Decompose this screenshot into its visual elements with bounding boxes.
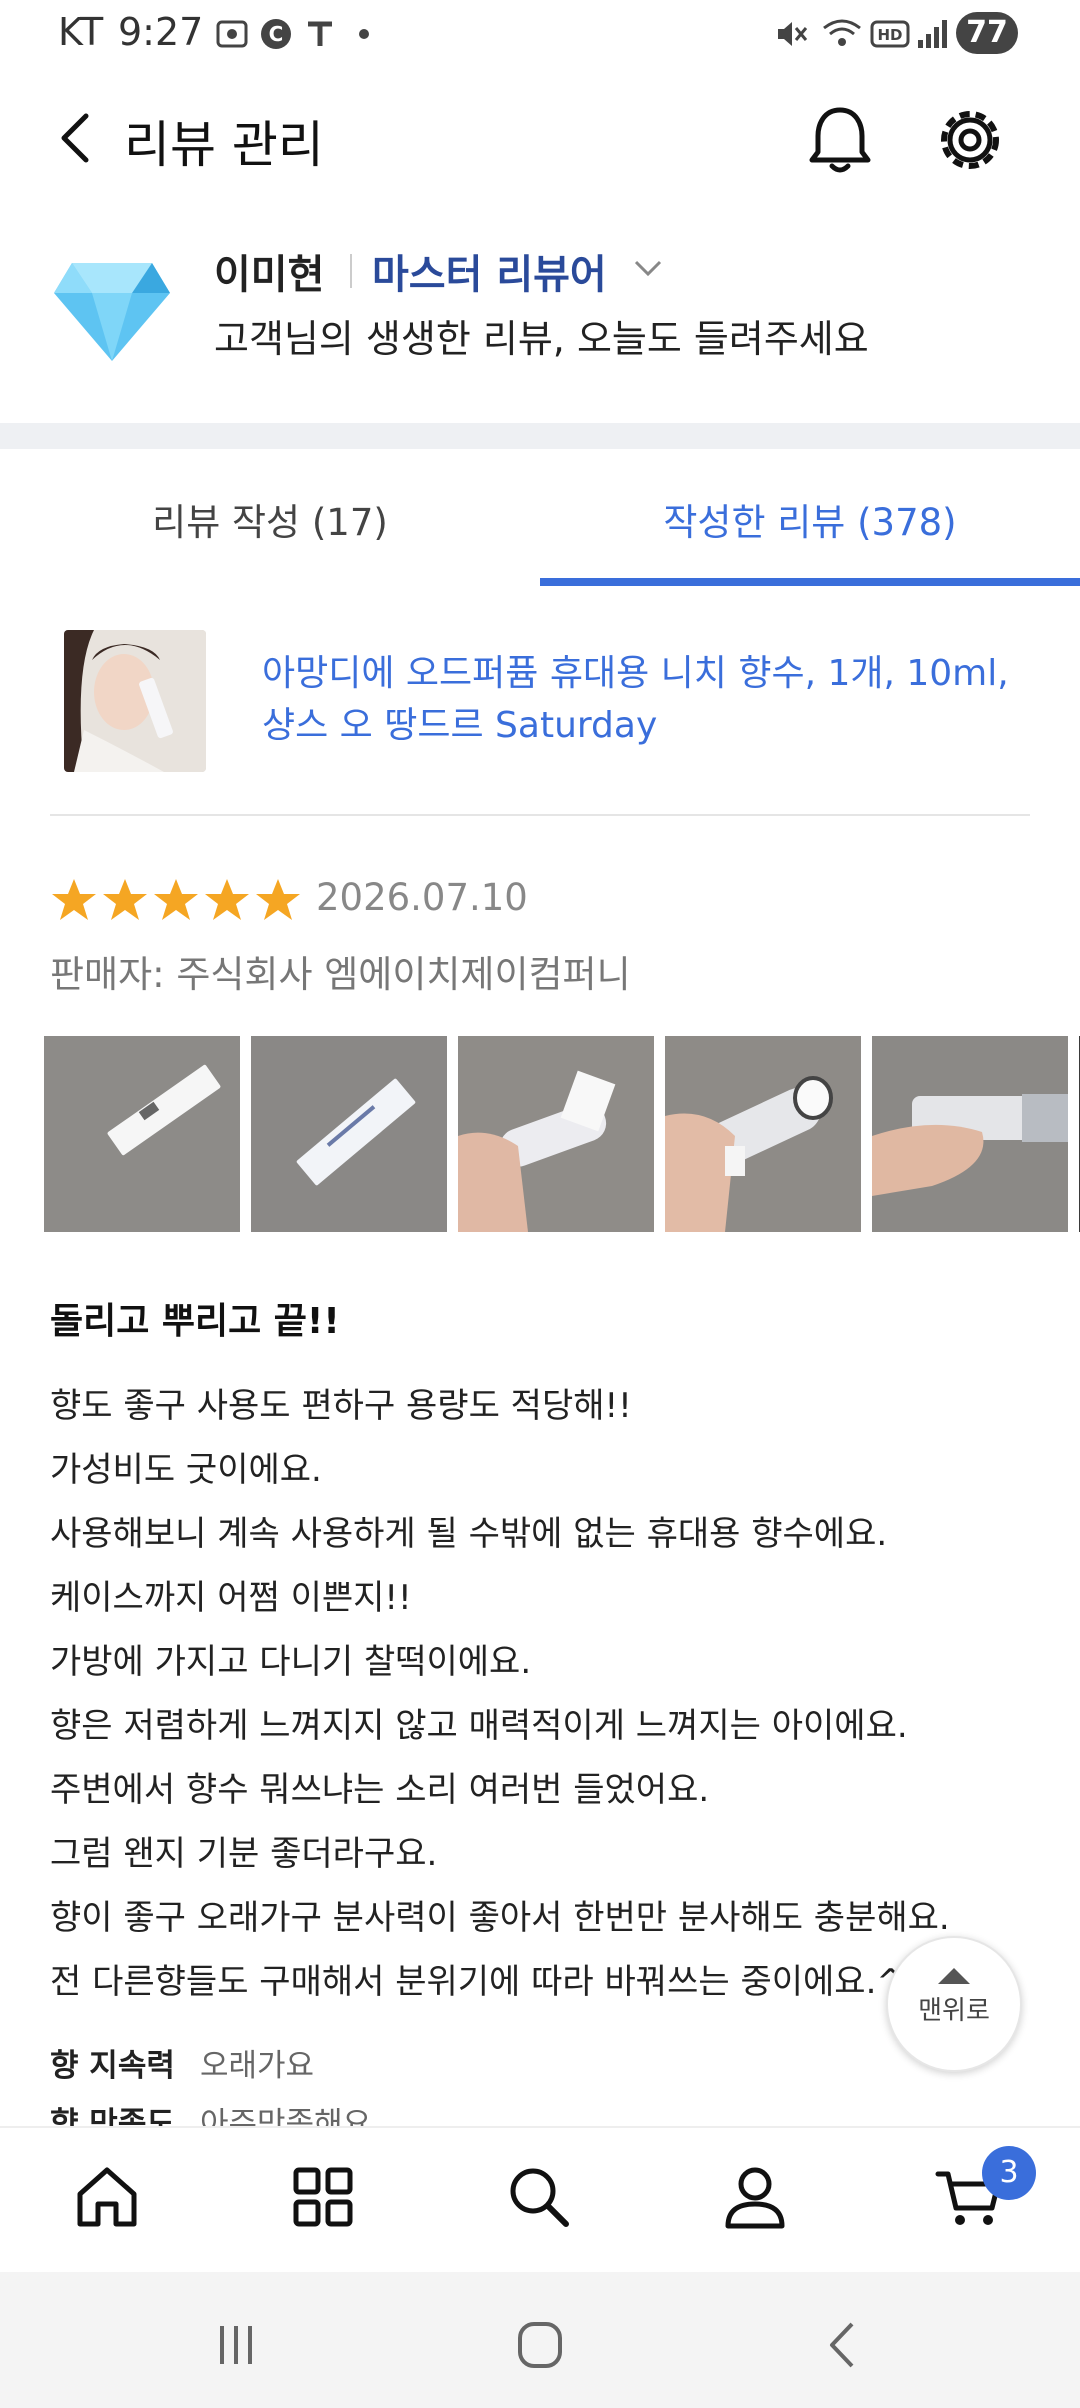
- product-name-link[interactable]: 아망디에 오드퍼퓸 휴대용 니치 향수, 1개, 10ml, 샹스 오 땅드르 …: [262, 648, 1022, 752]
- review-line: 케이스까지 어쩜 이쁜지!!: [50, 1578, 412, 1618]
- cart-count-badge: 3: [982, 2146, 1036, 2200]
- chevron-down-icon[interactable]: [632, 256, 664, 280]
- attribute-key: 향 지속력: [50, 2048, 175, 2084]
- section-divider: [0, 423, 1080, 449]
- tab-write-review[interactable]: 리뷰 작성 (17): [0, 492, 540, 546]
- review-line: 가방에 가지고 다니기 찰떡이에요.: [50, 1642, 532, 1682]
- star-icon: [154, 879, 198, 920]
- tab-written-reviews[interactable]: 작성한 리뷰 (378): [540, 492, 1080, 546]
- review-line: 전 다른향들도 구매해서 분위기에 따라 바꿔쓰는 중이에요.^^: [50, 1962, 934, 2002]
- tab-indicator: [540, 578, 1080, 586]
- review-photo[interactable]: [44, 1036, 240, 1232]
- review-title: 돌리고 뿌리고 끝!!: [50, 1301, 340, 1342]
- review-photo[interactable]: [872, 1036, 1069, 1232]
- signal-icon: [918, 20, 947, 48]
- scroll-to-top-button[interactable]: 맨위로: [886, 1936, 1022, 2072]
- hd-icon: HD: [870, 20, 910, 48]
- svg-text:C: C: [269, 22, 284, 46]
- star-icon: [205, 879, 249, 920]
- back-icon[interactable]: [48, 108, 108, 168]
- greeting-text: 고객님의 생생한 리뷰, 오늘도 들려주세요: [214, 317, 869, 361]
- dot-icon: [359, 29, 369, 39]
- mute-icon: [778, 22, 808, 46]
- divider: [50, 814, 1030, 816]
- divider: [350, 254, 352, 288]
- review-photo[interactable]: [665, 1036, 862, 1232]
- review-line: 그럼 왠지 기분 좋더라구요.: [50, 1834, 438, 1874]
- battery-indicator: 77: [956, 12, 1018, 54]
- c-app-icon: C: [261, 19, 291, 49]
- star-icon: [52, 879, 96, 920]
- profile-icon[interactable]: [718, 2160, 792, 2234]
- seller-name: 판매자: 주식회사 엠에이치제이컴퍼니: [50, 953, 631, 996]
- recent-apps-icon[interactable]: [206, 2318, 266, 2372]
- attribute-value: 오래가요: [200, 2048, 315, 2084]
- category-icon[interactable]: [286, 2160, 360, 2234]
- home-button-icon[interactable]: [510, 2318, 570, 2372]
- star-icon: [256, 879, 300, 920]
- product-thumbnail[interactable]: [64, 630, 206, 772]
- star-icon: [103, 879, 147, 920]
- page-title: 리뷰 관리: [124, 116, 324, 174]
- review-line: 향은 저렴하게 느껴지지 않고 매력적이게 느껴지는 아이에요.: [50, 1706, 908, 1746]
- search-icon[interactable]: [502, 2160, 576, 2234]
- review-photo[interactable]: [251, 1036, 448, 1232]
- review-line: 향도 좋구 사용도 편하구 용량도 적당해!!: [50, 1386, 632, 1426]
- review-photo[interactable]: [458, 1036, 655, 1232]
- svg-text:HD: HD: [877, 26, 902, 44]
- diamond-grade-icon: [54, 263, 170, 361]
- scroll-to-top-label: 맨위로: [918, 1996, 990, 2026]
- home-icon[interactable]: [70, 2160, 144, 2234]
- status-bar: KT 9:27 C HD 77: [0, 0, 1080, 70]
- review-line: 주변에서 향수 뭐쓰냐는 소리 여러번 들었어요.: [50, 1770, 710, 1810]
- review-attribute: 향 지속력 오래가요: [50, 2040, 314, 2085]
- bell-icon[interactable]: [800, 100, 880, 180]
- gear-icon[interactable]: [930, 100, 1010, 180]
- review-photos[interactable]: [44, 1036, 1080, 1232]
- review-date: 2026.07.10: [316, 876, 528, 919]
- screenshot-icon: [216, 20, 248, 48]
- t-app-icon: [308, 21, 332, 46]
- arrow-up-icon: [938, 1968, 970, 1984]
- reviewer-grade[interactable]: 마스터 리뷰어: [372, 242, 607, 300]
- rating-stars: [50, 876, 305, 928]
- reviewer-name: 이미현: [214, 252, 325, 298]
- wifi-icon: [823, 19, 861, 46]
- clock: 9:27: [118, 10, 204, 54]
- review-line: 가성비도 굿이에요.: [50, 1450, 322, 1490]
- review-line: 사용해보니 계속 사용하게 될 수밖에 없는 휴대용 향수에요.: [50, 1514, 888, 1554]
- review-line: 향이 좋구 오래가구 분사력이 좋아서 한번만 분사해도 충분해요.: [50, 1898, 950, 1938]
- back-button-icon[interactable]: [814, 2318, 874, 2372]
- carrier-label: KT: [58, 10, 104, 54]
- review-body: 향도 좋구 사용도 편하구 용량도 적당해!! 가성비도 굿이에요. 사용해보니…: [50, 1374, 1010, 2014]
